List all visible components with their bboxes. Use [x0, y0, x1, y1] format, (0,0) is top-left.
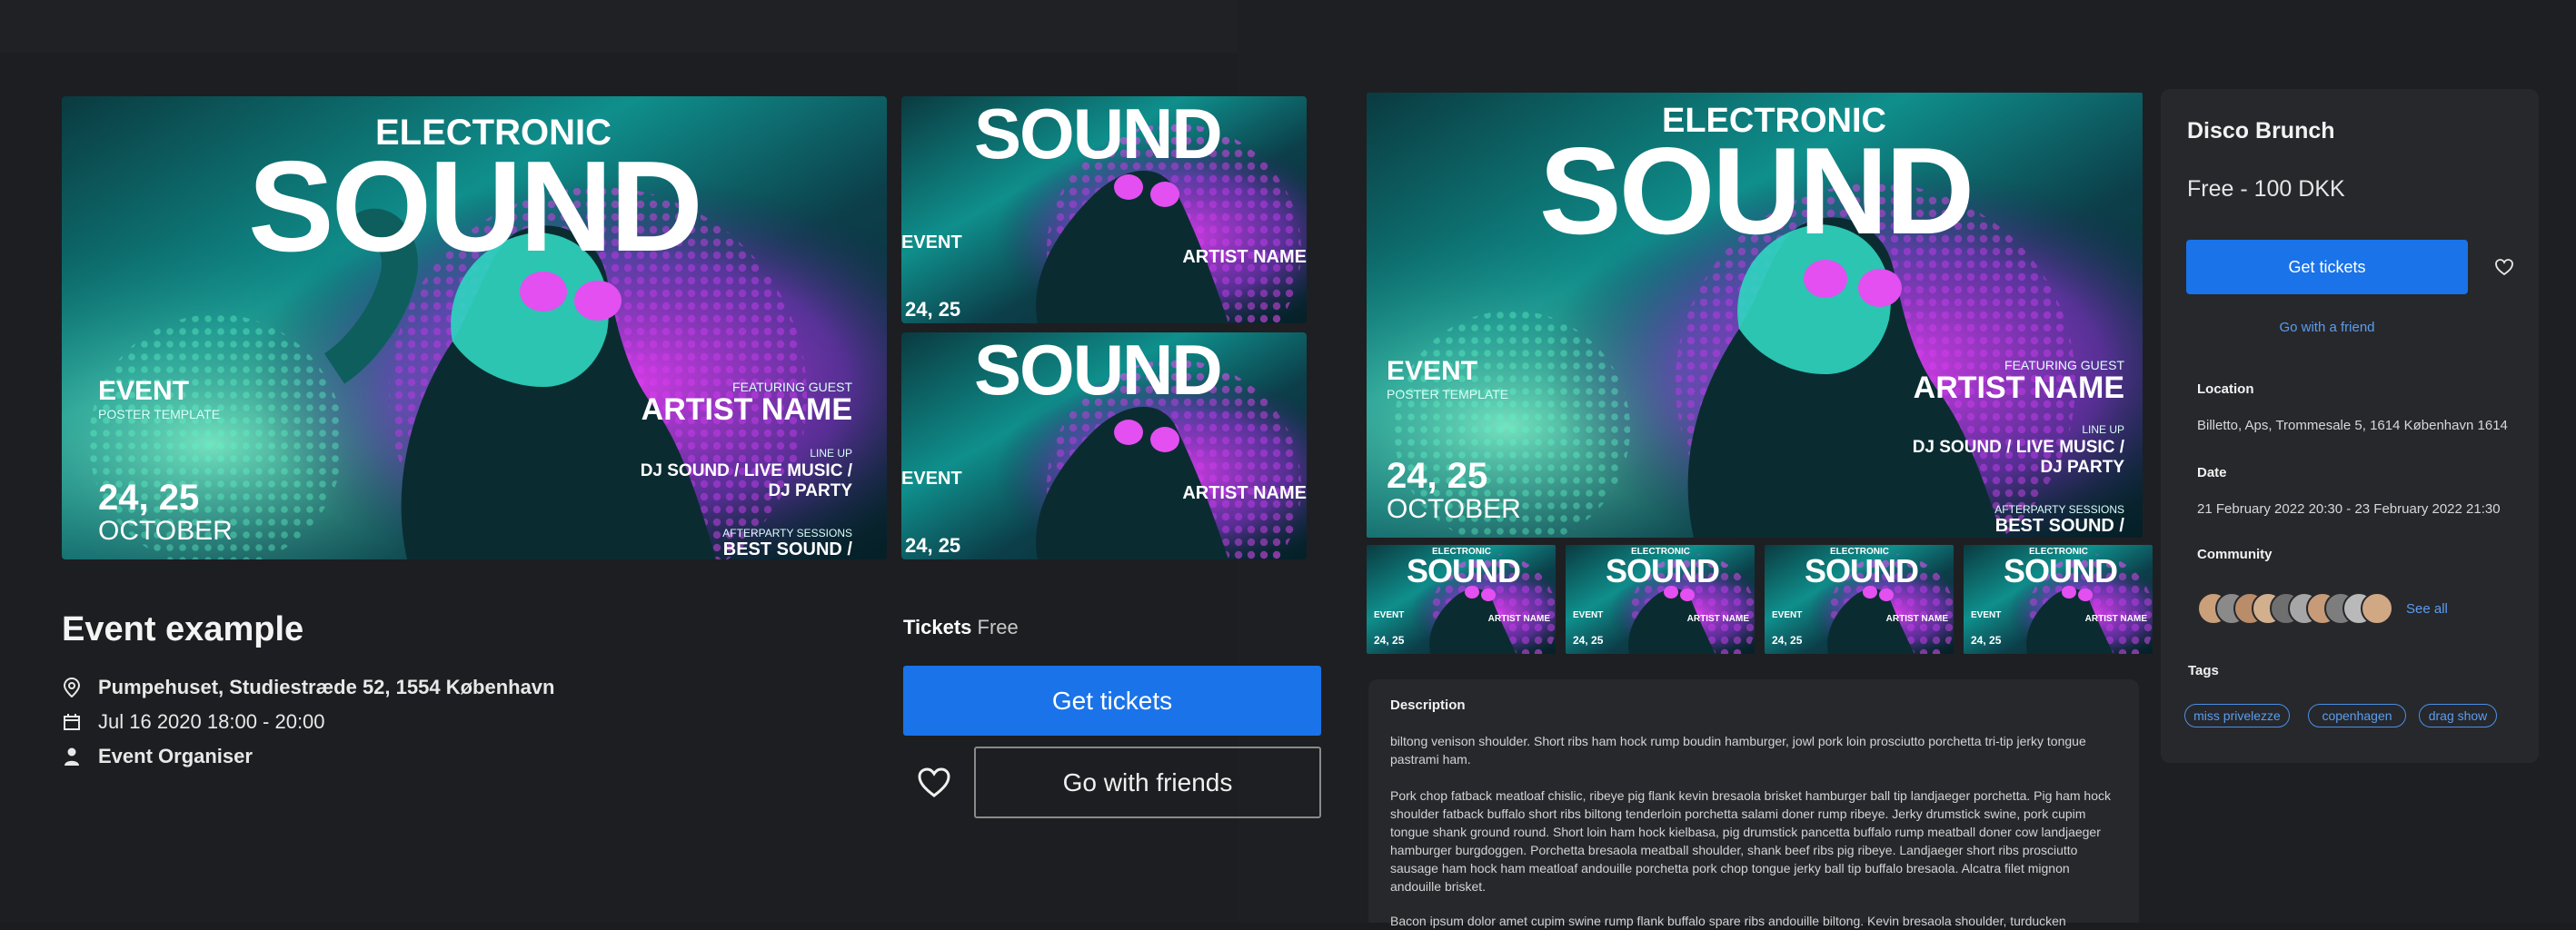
date-value: 21 February 2022 20:30 - 23 February 202… — [2197, 501, 2501, 517]
poster-date-1: 24, 25 — [1374, 634, 1405, 647]
gallery-thumbnail[interactable]: ELECTRONIC SOUND EVENT ARTIST NAME 24, 25 — [1367, 545, 1556, 654]
poster-headline-big: SOUND — [974, 96, 1223, 173]
event-date-row: Jul 16 2020 18:00 - 20:00 — [62, 710, 325, 734]
poster-date-1: 24, 25 — [905, 534, 961, 557]
tickets-price: Free — [977, 616, 1019, 638]
person-icon — [62, 747, 82, 767]
description-paragraph: Pork chop fatback meatloaf chislic, ribe… — [1390, 788, 2111, 894]
get-tickets-button[interactable]: Get tickets — [2186, 240, 2468, 294]
gallery-thumbnail[interactable]: ELECTRONIC SOUND EVENT ARTIST NAME 24, 25 — [1765, 545, 1954, 654]
poster-date-2: OCTOBER — [1387, 494, 1521, 524]
go-with-friends-button[interactable]: Go with friends — [974, 747, 1321, 818]
poster-artist: ARTIST NAME — [1686, 614, 1749, 624]
go-with-friend-link[interactable]: Go with a friend — [2186, 320, 2468, 335]
location-pin-icon — [62, 678, 82, 698]
gallery-thumbnail[interactable]: ELECTRONIC SOUND EVENT ARTIST NAME 24, 25 — [1566, 545, 1755, 654]
poster-date-1: 24, 25 — [905, 298, 961, 321]
event-title: Event example — [62, 610, 304, 648]
poster-headline-big: SOUND — [1606, 552, 1720, 589]
poster-headline-big: SOUND — [974, 332, 1223, 410]
event-location: Pumpehuset, Studiestræde 52, 1554 Københ… — [98, 676, 555, 698]
description-title: Description — [1390, 698, 1466, 713]
poster-headline-big: SOUND — [248, 134, 703, 279]
poster-artist: ARTIST NAME — [2084, 614, 2147, 624]
poster-artist: ARTIST NAME — [1913, 371, 2124, 405]
avatar — [2361, 592, 2393, 625]
poster-lineup-2: DJ PARTY — [768, 481, 852, 500]
poster-event: EVENT — [901, 232, 962, 252]
tag-chip[interactable]: copenhagen — [2308, 704, 2406, 727]
heart-icon[interactable] — [2493, 256, 2515, 278]
get-tickets-button[interactable]: Get tickets — [903, 666, 1321, 736]
poster-best: BEST SOUND / — [1994, 516, 2124, 536]
calendar-icon — [62, 712, 82, 732]
poster-headline-big: SOUND — [1407, 552, 1521, 589]
poster-artist: ARTIST NAME — [1182, 247, 1307, 267]
poster-event: EVENT — [901, 469, 962, 489]
community-avatars[interactable] — [2197, 592, 2397, 625]
tag-chip[interactable]: miss privelezze — [2184, 704, 2290, 727]
poster-event-sub: POSTER TEMPLATE — [1387, 387, 1509, 401]
date-label: Date — [2197, 465, 2227, 480]
poster-after: AFTERPARTY SESSIONS — [1994, 503, 2124, 516]
poster-event: EVENT — [1772, 610, 1803, 620]
poster-event: EVENT — [1971, 610, 2002, 620]
event-location-row: Pumpehuset, Studiestræde 52, 1554 Københ… — [62, 676, 554, 699]
location-label: Location — [2197, 381, 2254, 397]
description-paragraph: biltong venison shoulder. Short ribs ham… — [1390, 734, 2086, 767]
poster-lineup: LINE UP — [2082, 423, 2124, 436]
right-hero-image[interactable]: ELECTRONIC SOUND EVENT POSTER TEMPLATE 2… — [1367, 93, 2143, 538]
poster-date-1: 24, 25 — [1971, 634, 2002, 647]
poster-lineup-1: DJ SOUND / LIVE MUSIC / — [1912, 438, 2124, 457]
community-label: Community — [2197, 547, 2273, 562]
poster-lineup-2: DJ PARTY — [2040, 458, 2124, 477]
poster-date-2: OCTOBER — [98, 516, 233, 546]
poster-event: EVENT — [1387, 356, 1478, 386]
poster-date-1: 24, 25 — [1573, 634, 1604, 647]
gallery-thumb-1[interactable]: SOUND EVENT ARTIST NAME 24, 25 — [901, 96, 1307, 323]
poster-event: EVENT — [98, 376, 190, 406]
gallery-thumbnail[interactable]: ELECTRONIC SOUND EVENT ARTIST NAME 24, 25 — [1964, 545, 2153, 654]
poster-headline-big: SOUND — [1805, 552, 1919, 589]
event-price: Free - 100 DKK — [2187, 176, 2345, 202]
poster-headline-big: SOUND — [2004, 552, 2118, 589]
poster-after: AFTERPARTY SESSIONS — [722, 527, 852, 539]
poster-date-1: 24, 25 — [1387, 456, 1488, 496]
location-value: Billetto, Aps, Trommesale 5, 1614 Københ… — [2197, 418, 2508, 433]
poster-lineup-1: DJ SOUND / LIVE MUSIC / — [640, 461, 852, 480]
event-organiser-row: Event Organiser — [62, 745, 253, 768]
tickets-label: Tickets — [903, 616, 972, 638]
poster-artist: ARTIST NAME — [1885, 614, 1948, 624]
poster-event: EVENT — [1374, 610, 1405, 620]
tag-chip[interactable]: drag show — [2419, 704, 2497, 727]
poster-headline-big: SOUND — [1539, 122, 1974, 260]
event-organiser[interactable]: Event Organiser — [98, 745, 253, 768]
poster-event: EVENT — [1573, 610, 1604, 620]
description-paragraph: Bacon ipsum dolor amet cupim swine rump … — [1390, 914, 2066, 928]
poster-event-sub: POSTER TEMPLATE — [98, 407, 221, 421]
poster-lineup: LINE UP — [810, 447, 852, 460]
poster-date-1: 24, 25 — [1772, 634, 1803, 647]
see-all-link[interactable]: See all — [2406, 601, 2448, 617]
poster-artist: ARTIST NAME — [641, 392, 852, 427]
event-date: Jul 16 2020 18:00 - 20:00 — [98, 710, 325, 733]
poster-artist: ARTIST NAME — [1182, 483, 1307, 503]
tickets-info: Tickets Free — [903, 616, 1019, 639]
poster-date-1: 24, 25 — [98, 478, 200, 518]
heart-icon[interactable] — [914, 763, 954, 803]
poster-artist: ARTIST NAME — [1487, 614, 1550, 624]
tags-label: Tags — [2188, 663, 2219, 678]
gallery-thumb-2[interactable]: SOUND EVENT ARTIST NAME 24, 25 — [901, 332, 1307, 559]
event-title: Disco Brunch — [2187, 118, 2335, 143]
hero-image[interactable]: ELECTRONIC SOUND EVENT POSTER TEMPLATE 2… — [62, 96, 887, 559]
poster-best: BEST SOUND / — [722, 539, 852, 559]
